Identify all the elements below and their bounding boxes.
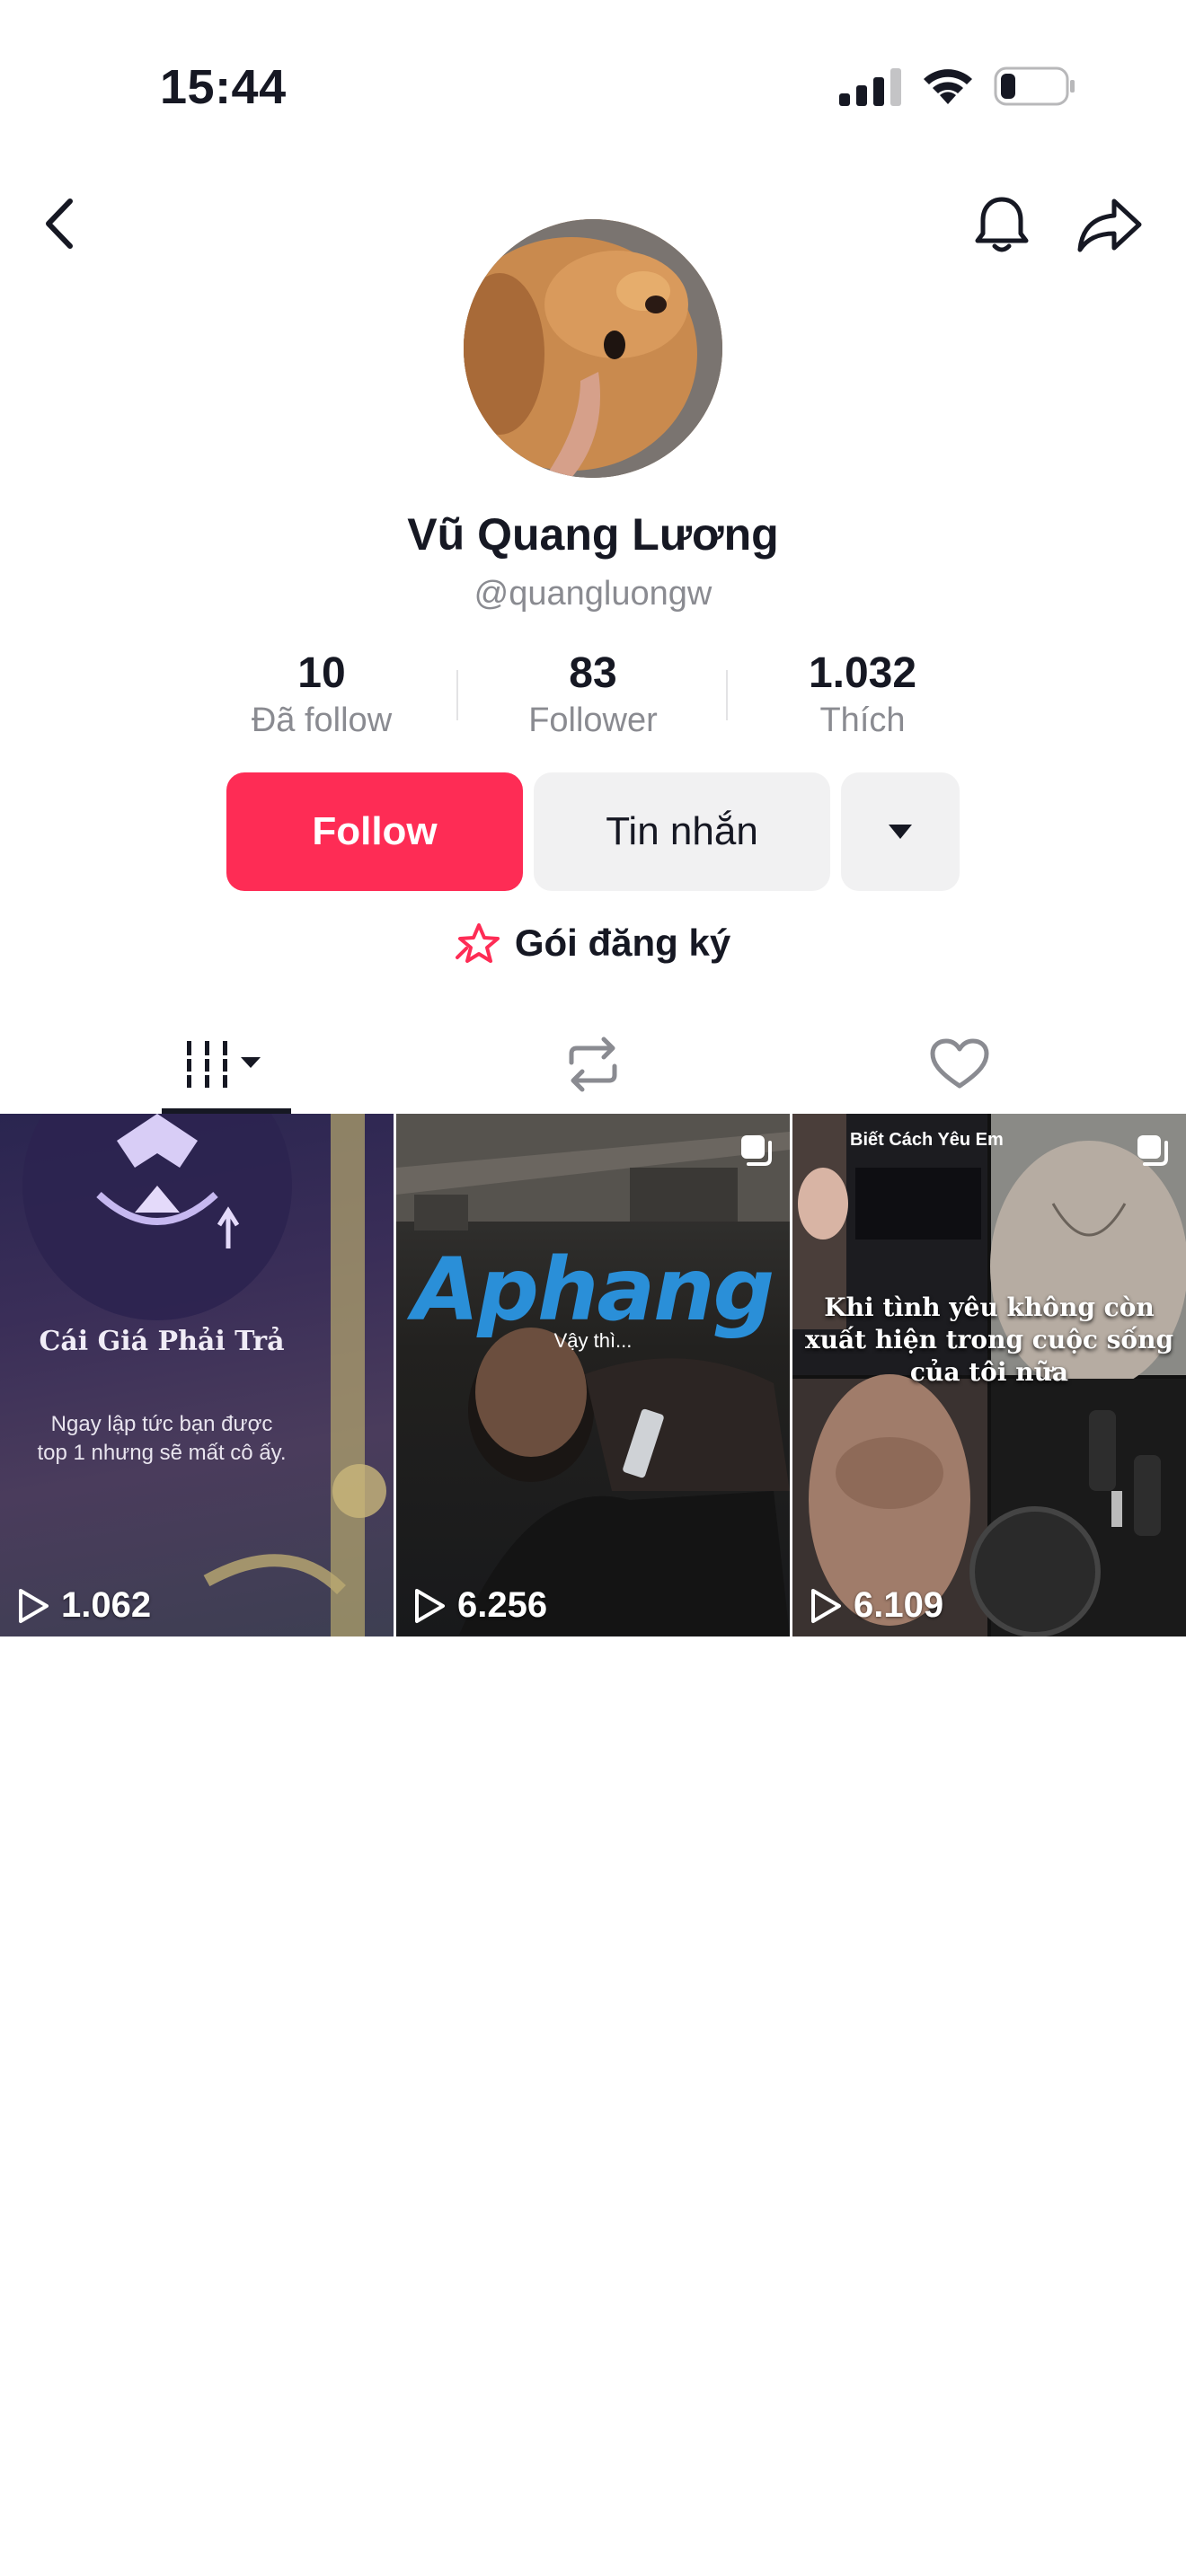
view-count-value: 6.256 — [457, 1585, 548, 1625]
bell-icon[interactable] — [969, 192, 1035, 259]
video-brand: Aphang — [412, 1239, 781, 1340]
play-icon — [19, 1588, 49, 1623]
avatar-image — [464, 219, 722, 478]
stat-likes[interactable]: 1.032 Thích — [728, 648, 997, 742]
stat-following[interactable]: 10 Đã follow — [187, 648, 456, 742]
video-tile[interactable]: Aphang Vậy thì... 6.256 — [396, 1114, 790, 1636]
multi-post-icon — [741, 1135, 772, 1166]
multi-post-icon — [1137, 1135, 1168, 1166]
stat-label: Đã follow — [251, 701, 393, 739]
subscription-link[interactable]: Gói đăng ký — [0, 922, 1186, 965]
follow-button[interactable]: Follow — [226, 772, 523, 891]
subscription-label: Gói đăng ký — [514, 922, 731, 964]
more-options-button[interactable] — [841, 772, 960, 891]
repost-icon — [569, 1037, 617, 1092]
play-icon — [415, 1588, 445, 1623]
heart-icon — [930, 1038, 989, 1089]
view-count: 1.062 — [16, 1585, 151, 1626]
message-button[interactable]: Tin nhắn — [534, 772, 830, 891]
battery-icon — [994, 66, 1075, 106]
video-thumbnail — [22, 1114, 386, 1636]
tab-reposts[interactable] — [395, 1015, 791, 1114]
display-name: Vũ Quang Lương — [407, 509, 779, 560]
cellular-signal-icon — [839, 68, 901, 106]
tab-videos[interactable] — [27, 1015, 422, 1114]
wifi-icon — [924, 69, 972, 104]
status-time: 15:44 — [160, 60, 287, 114]
stat-value: 10 — [297, 649, 346, 697]
profile-stats: 10 Đã follow 83 Follower 1.032 Thích — [0, 648, 1186, 747]
caret-down-icon — [889, 825, 912, 839]
view-count: 6.256 — [412, 1585, 547, 1626]
video-tile[interactable]: Cái Giá Phải Trả Ngay lập tức bạn được t… — [0, 1114, 394, 1636]
view-count: 6.109 — [809, 1585, 943, 1626]
stat-label: Thích — [819, 701, 906, 739]
star-icon — [455, 923, 500, 963]
video-brand-text: Aphang — [412, 1239, 774, 1340]
stat-label: Follower — [528, 701, 658, 739]
grid-bars-icon — [187, 1041, 261, 1088]
share-arrow-icon[interactable] — [1073, 192, 1146, 259]
video-top-text: Biết Cách Yêu Em — [850, 1130, 1004, 1150]
view-count-value: 1.062 — [61, 1585, 152, 1625]
video-caption: Khi tình yêu không còn xuất hiện trong c… — [804, 1292, 1174, 1387]
avatar[interactable] — [464, 219, 722, 478]
stat-followers[interactable]: 83 Follower — [458, 648, 728, 742]
video-grid: Cái Giá Phải Trả Ngay lập tức bạn được t… — [0, 1114, 1186, 1636]
video-subtitle: Ngay lập tức bạn được top 1 nhưng sẽ mất… — [37, 1412, 287, 1465]
video-tile[interactable]: Biết Cách Yêu Em Khi tình yêu không còn … — [792, 1114, 1186, 1636]
view-count-value: 6.109 — [854, 1585, 944, 1625]
video-title: Cái Giá Phải Trả — [39, 1326, 285, 1357]
status-bar: 15:44 — [0, 0, 1186, 171]
tab-liked[interactable] — [762, 1015, 1157, 1114]
back-icon[interactable] — [36, 194, 84, 253]
video-thumbnail — [396, 1114, 790, 1636]
play-icon — [811, 1588, 841, 1623]
stat-value: 83 — [569, 649, 617, 697]
profile-tabs — [0, 1015, 1186, 1114]
stat-value: 1.032 — [808, 649, 917, 697]
video-caption: Vậy thì... — [553, 1329, 633, 1352]
username: @quangluongw — [474, 575, 712, 613]
